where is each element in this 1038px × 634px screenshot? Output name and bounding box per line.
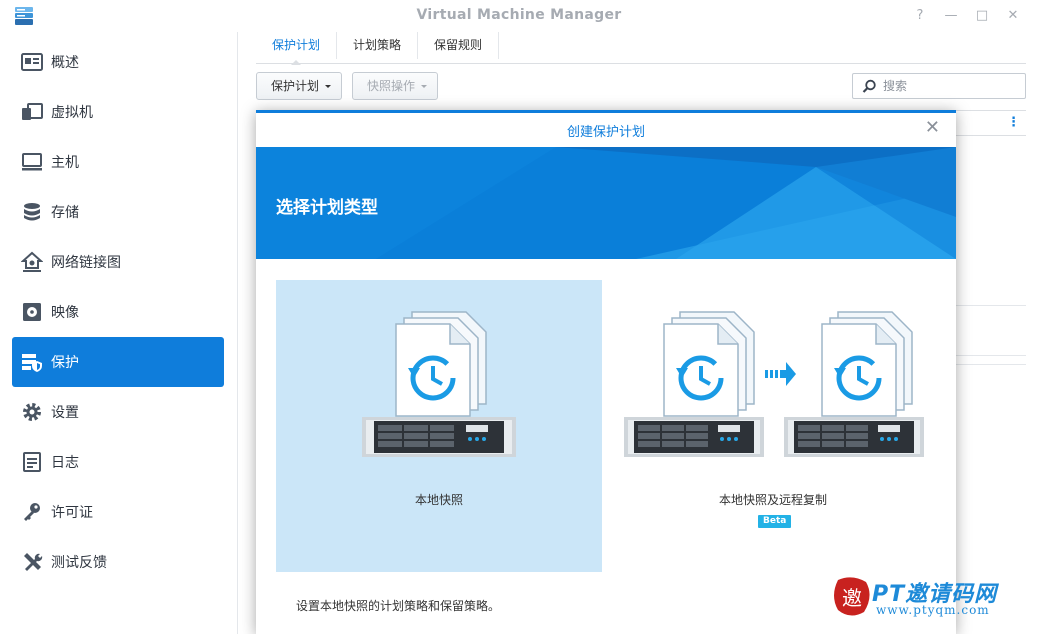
license-key-icon [21, 501, 43, 523]
create-protection-plan-dialog: 创建保护计划 ✕ 选择计划类型 本地快照 本地快照及远程复制 Beta 设置本地… [256, 110, 956, 634]
search-icon [862, 79, 876, 93]
grid-row-divider [956, 355, 1026, 356]
sidebar-item-overview[interactable]: 概述 [12, 37, 224, 87]
search-box[interactable] [852, 73, 1026, 99]
nas-server-icon [362, 417, 516, 457]
protection-plan-dropdown-button[interactable]: 保护计划 [256, 72, 343, 100]
sidebar-item-label: 网络链接图 [51, 255, 121, 271]
option-local-snapshot[interactable]: 本地快照 [276, 280, 602, 572]
sidebar-item-label: 许可证 [51, 505, 93, 521]
tab-schedule-policy[interactable]: 计划策略 [337, 32, 419, 59]
watermark-logo: 邀 [834, 577, 870, 616]
network-icon [21, 251, 43, 273]
chevron-down-icon [325, 85, 332, 91]
nas-server-icon [624, 417, 764, 457]
sidebar-item-protection[interactable]: 保护 [12, 337, 224, 387]
tab-protection-plan[interactable]: 保护计划 [256, 32, 338, 65]
sidebar-item-virtual-machine[interactable]: 虚拟机 [12, 87, 224, 137]
sidebar-item-label: 虚拟机 [51, 105, 93, 121]
grid-row-divider [956, 364, 1026, 365]
feedback-wrench-icon [21, 551, 43, 573]
column-menu-icon[interactable]: ⋮ [1007, 115, 1020, 130]
option-local-and-remote[interactable]: 本地快照及远程复制 [610, 280, 936, 572]
snapshot-document-icon [663, 311, 755, 417]
tab-retention-rule[interactable]: 保留规则 [418, 32, 500, 59]
help-button[interactable]: ? [911, 7, 929, 25]
snapshot-actions-button-label: 快照操作 [367, 79, 416, 93]
option-description: 设置本地快照的计划策略和保留策略。 [296, 599, 501, 613]
grid-row-divider [956, 305, 1026, 306]
settings-gear-icon [21, 401, 43, 423]
chevron-down-icon [421, 85, 428, 91]
overview-icon [21, 51, 43, 73]
sidebar: 概述 虚拟机 主机 存储 网络链接图 映像 保护 设置 日志 许可证 测试反馈 [0, 32, 238, 634]
sidebar-item-storage[interactable]: 存储 [12, 187, 224, 237]
sidebar-item-network[interactable]: 网络链接图 [12, 237, 224, 287]
nas-server-icon [784, 417, 924, 457]
storage-icon [21, 201, 43, 223]
sidebar-item-feedback[interactable]: 测试反馈 [12, 537, 224, 587]
sidebar-item-license[interactable]: 许可证 [12, 487, 224, 537]
snapshot-actions-dropdown-button[interactable]: 快照操作 [352, 72, 439, 100]
sidebar-item-label: 映像 [51, 305, 79, 321]
sidebar-item-label: 保护 [51, 355, 79, 371]
sidebar-item-image[interactable]: 映像 [12, 287, 224, 337]
sidebar-item-label: 主机 [51, 155, 79, 171]
watermark-url: www.ptyqm.com [876, 603, 990, 617]
watermark: 邀 PT邀请码网 www.ptyqm.com [832, 574, 1032, 622]
sidebar-item-host[interactable]: 主机 [12, 137, 224, 187]
protection-plan-button-label: 保护计划 [271, 79, 320, 93]
snapshot-document-icon [821, 311, 913, 417]
sidebar-item-label: 存储 [51, 205, 79, 221]
tab-bar: 保护计划 计划策略 保留规则 [256, 32, 1026, 65]
title-bar: Virtual Machine Manager ? — □ ✕ [0, 0, 1038, 32]
wizard-banner: 选择计划类型 [256, 147, 956, 259]
close-icon[interactable]: ✕ [925, 119, 940, 137]
option-local-and-remote-label: 本地快照及远程复制 [718, 493, 827, 507]
sidebar-item-label: 测试反馈 [51, 555, 107, 571]
log-icon [21, 451, 43, 473]
watermark-logo-glyph: 邀 [842, 586, 862, 610]
close-window-button[interactable]: ✕ [1004, 7, 1022, 25]
banner-title: 选择计划类型 [276, 198, 378, 218]
option-local-snapshot-label: 本地快照 [414, 493, 463, 507]
sidebar-item-log[interactable]: 日志 [12, 437, 224, 487]
sidebar-item-label: 日志 [51, 455, 79, 471]
sidebar-item-label: 设置 [51, 405, 79, 421]
grid-header: ⋮ [956, 110, 1026, 136]
sidebar-item-settings[interactable]: 设置 [12, 387, 224, 437]
maximize-button[interactable]: □ [973, 7, 991, 25]
minimize-button[interactable]: — [942, 7, 960, 25]
image-icon [21, 301, 43, 323]
virtual-machine-icon [21, 101, 43, 123]
protection-icon [21, 351, 43, 373]
arrow-right-icon [765, 362, 796, 386]
search-input[interactable] [883, 78, 1021, 94]
host-icon [21, 151, 43, 173]
window-title: Virtual Machine Manager [416, 7, 622, 23]
sidebar-item-label: 概述 [51, 55, 79, 71]
beta-badge: Beta [758, 515, 792, 528]
dialog-title: 创建保护计划 [566, 125, 645, 140]
